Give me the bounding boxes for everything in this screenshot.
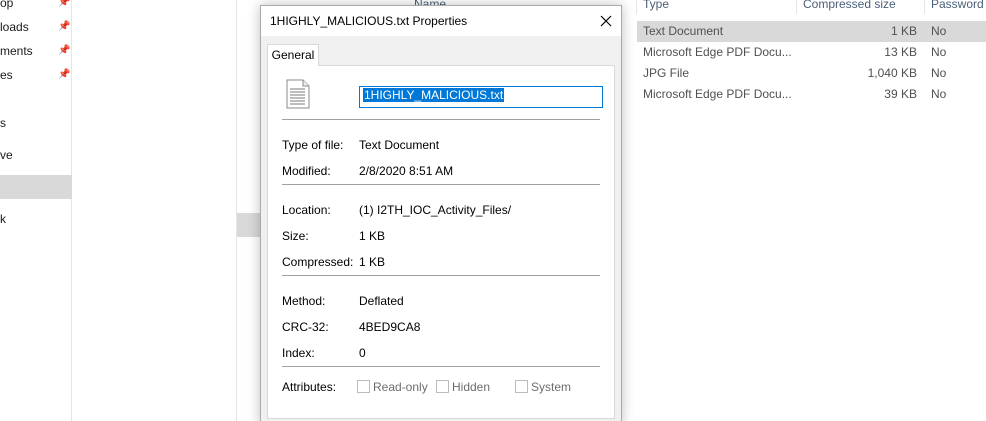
- divider: [282, 119, 600, 120]
- checkbox-box[interactable]: [436, 380, 449, 393]
- nav-item-8[interactable]: k: [0, 207, 72, 231]
- pin-icon: 📌: [58, 69, 71, 80]
- method-label: Method:: [282, 294, 326, 308]
- compressed-label: Compressed:: [282, 255, 354, 269]
- nav-item-downloads[interactable]: loads 📌: [0, 15, 72, 39]
- general-tab-panel: 1HIGHLY_MALICIOUS.txt Type of file: Text…: [267, 65, 615, 419]
- nav-item-5[interactable]: s: [0, 111, 72, 135]
- location-value: (1) I2TH_IOC_Activity_Files/: [359, 203, 512, 217]
- file-row[interactable]: Text Document 1 KB No: [637, 21, 986, 42]
- attributes-label: Attributes:: [282, 380, 337, 394]
- system-checkbox[interactable]: System: [515, 380, 571, 394]
- row-highlight-strip: [237, 213, 261, 237]
- tab-general[interactable]: General: [267, 44, 319, 66]
- file-password: No: [931, 87, 947, 101]
- file-compressed-size: 1 KB: [890, 24, 917, 38]
- divider: [282, 275, 600, 276]
- system-label: System: [531, 380, 572, 394]
- nav-item-label: es: [0, 68, 13, 82]
- nav-item-label: ments: [0, 44, 33, 58]
- checkbox-box[interactable]: [515, 380, 528, 393]
- pin-icon: 📌: [58, 0, 71, 8]
- crc-value: 4BED9CA8: [359, 320, 421, 334]
- modified-label: Modified:: [282, 164, 331, 178]
- type-value: Text Document: [359, 138, 440, 152]
- crc-label: CRC-32:: [282, 320, 329, 334]
- file-name-field[interactable]: 1HIGHLY_MALICIOUS.txt: [359, 86, 603, 108]
- index-value: 0: [359, 346, 366, 360]
- file-password: No: [931, 66, 947, 80]
- file-type: Text Document: [643, 24, 724, 38]
- file-type: Microsoft Edge PDF Docu...: [643, 87, 792, 101]
- close-icon: [600, 15, 612, 27]
- file-password: No: [931, 45, 947, 59]
- location-label: Location:: [282, 203, 331, 217]
- file-compressed-size: 39 KB: [884, 87, 917, 101]
- read-only-label: Read-only: [373, 380, 428, 394]
- compressed-value: 1 KB: [359, 255, 386, 269]
- file-row[interactable]: JPG File 1,040 KB No: [637, 63, 986, 84]
- size-label: Size:: [282, 229, 309, 243]
- nav-item-pictures[interactable]: es 📌: [0, 63, 72, 87]
- column-header-password[interactable]: Password ...: [931, 0, 986, 14]
- hidden-checkbox[interactable]: Hidden: [436, 380, 490, 394]
- nav-item-label: k: [0, 212, 6, 226]
- file-row[interactable]: Microsoft Edge PDF Docu... 39 KB No: [637, 84, 986, 105]
- properties-dialog: 1HIGHLY_MALICIOUS.txt Properties General…: [260, 5, 622, 421]
- read-only-checkbox[interactable]: Read-only: [357, 380, 428, 394]
- nav-item-documents[interactable]: ments 📌: [0, 39, 72, 63]
- navigation-pane: op 📌 loads 📌 ments 📌 es 📌 s ve k: [0, 0, 72, 421]
- file-compressed-size: 1,040 KB: [867, 66, 917, 80]
- modified-value: 2/8/2020 8:51 AM: [359, 164, 454, 178]
- nav-item-6[interactable]: ve: [0, 143, 72, 167]
- index-label: Index:: [282, 346, 315, 360]
- column-separator[interactable]: [636, 0, 637, 14]
- nav-item-label: loads: [0, 20, 29, 34]
- file-explorer-window: op 📌 loads 📌 ments 📌 es 📌 s ve k Name Ty…: [0, 0, 986, 421]
- column-separator[interactable]: [796, 0, 797, 14]
- content-divider: [236, 0, 237, 421]
- column-separator[interactable]: [924, 0, 925, 14]
- method-value: Deflated: [359, 294, 404, 308]
- type-label: Type of file:: [282, 138, 344, 152]
- file-compressed-size: 13 KB: [884, 45, 917, 59]
- file-row[interactable]: Microsoft Edge PDF Docu... 13 KB No: [637, 42, 986, 63]
- close-button[interactable]: [591, 6, 621, 36]
- text-document-icon: [286, 79, 310, 109]
- nav-item-label: s: [0, 116, 6, 130]
- pin-icon: 📌: [58, 21, 71, 32]
- nav-item-label: ve: [0, 148, 13, 162]
- size-value: 1 KB: [359, 229, 386, 243]
- divider: [282, 184, 600, 185]
- pin-icon: 📌: [58, 45, 71, 56]
- dialog-title-bar[interactable]: 1HIGHLY_MALICIOUS.txt Properties: [261, 6, 621, 36]
- file-name-selected-text: 1HIGHLY_MALICIOUS.txt: [363, 88, 505, 102]
- dialog-title: 1HIGHLY_MALICIOUS.txt Properties: [270, 14, 468, 28]
- column-header-type[interactable]: Type: [643, 0, 669, 14]
- nav-item-desktop[interactable]: op 📌: [0, 0, 72, 15]
- divider: [282, 366, 600, 367]
- nav-item-label: op: [0, 0, 14, 10]
- nav-item-selected[interactable]: [0, 175, 72, 199]
- file-type: JPG File: [643, 66, 690, 80]
- file-type: Microsoft Edge PDF Docu...: [643, 45, 792, 59]
- column-header-compressed-size[interactable]: Compressed size: [803, 0, 896, 14]
- hidden-label: Hidden: [452, 380, 491, 394]
- checkbox-box[interactable]: [357, 380, 370, 393]
- file-password: No: [931, 24, 947, 38]
